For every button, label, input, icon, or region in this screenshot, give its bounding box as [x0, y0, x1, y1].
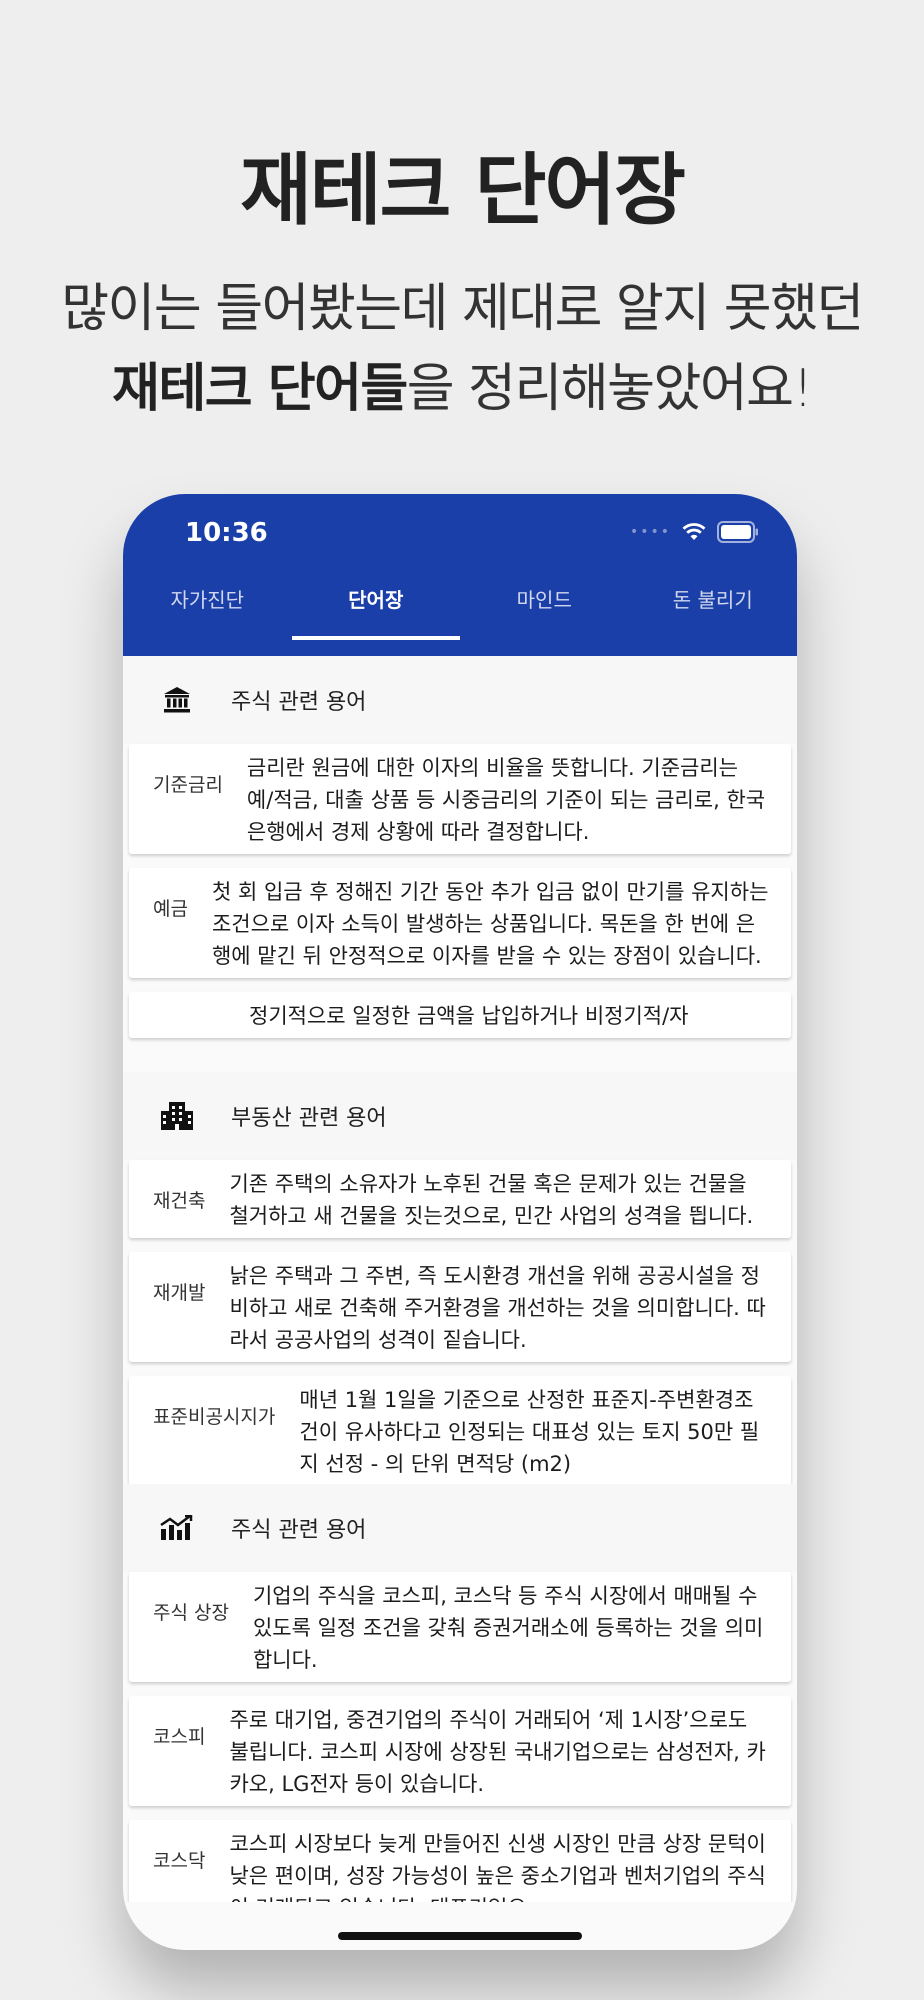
term-card[interactable]: 기준금리 금리란 원금에 대한 이자의 비율을 뜻합니다. 기준금리는 예/적금…: [129, 744, 791, 854]
tab-bar: 자가진단 단어장 마인드 돈 불리기: [123, 572, 797, 650]
status-time: 10:36: [185, 518, 268, 548]
term-description: 금리란 원금에 대한 이자의 비율을 뜻합니다. 기준금리는 예/적금, 대출 …: [246, 756, 766, 844]
term-description: 낡은 주택과 그 주변, 즉 도시환경 개선을 위해 공공시설을 정비하고 새로…: [229, 1264, 766, 1352]
promo-title: 재테크 단어장: [240, 146, 686, 236]
term-label: 재개발: [153, 1282, 206, 1304]
term-label: 코스닥: [153, 1850, 206, 1872]
promo-subtitle-line1: 많이는 들어봤는데 제대로 알지 못했던: [61, 279, 864, 339]
wifi-icon: [681, 522, 707, 542]
promo-subtitle-rest: 을 정리해놓았어요!: [406, 359, 814, 419]
battery-icon: [717, 521, 759, 543]
term-description: 코스피 시장보다 늦게 만들어진 신생 시장인 만큼 상장 문턱이 낮은 편이며…: [229, 1832, 766, 1902]
term-description: 기업의 주식을 코스피, 코스닥 등 주식 시장에서 매매될 수 있도록 일정 …: [252, 1584, 764, 1672]
signal-icon: ••••: [629, 524, 671, 540]
term-description: 정기적으로 일정한 금액을 납입하거나 비정기적/자: [249, 1004, 689, 1028]
section-title: 부동산 관련 용어: [231, 1106, 387, 1131]
term-label: 표준비공시지가: [153, 1406, 276, 1428]
term-card[interactable]: 코스닥 코스피 시장보다 늦게 만들어진 신생 시장인 만큼 상장 문턱이 낮은…: [129, 1820, 791, 1902]
tab-self-diagnosis[interactable]: 자가진단: [123, 572, 292, 650]
section-title: 주식 관련 용어: [231, 1518, 367, 1543]
section-stock-market-terms: 주식 관련 용어 주식 상장 기업의 주식을 코스피, 코스닥 등 주식 시장에…: [123, 1484, 797, 1902]
term-label: 예금: [153, 898, 188, 920]
term-description: 매년 1월 1일을 기준으로 산정한 표준지-주변환경조건이 유사하다고 인정되…: [299, 1388, 760, 1476]
chart-icon: [153, 1504, 201, 1552]
term-description: 기존 주택의 소유자가 노후된 건물 혹은 문제가 있는 건물을 철거하고 새 …: [229, 1172, 754, 1228]
term-card[interactable]: 정기적으로 일정한 금액을 납입하거나 비정기적/자: [129, 992, 791, 1038]
term-card[interactable]: 주식 상장 기업의 주식을 코스피, 코스닥 등 주식 시장에서 매매될 수 있…: [129, 1572, 791, 1682]
tab-grow-money[interactable]: 돈 불리기: [629, 572, 798, 650]
term-card[interactable]: 재개발 낡은 주택과 그 주변, 즉 도시환경 개선을 위해 공공시설을 정비하…: [129, 1252, 791, 1362]
glossary-list[interactable]: 주식 관련 용어 기준금리 금리란 원금에 대한 이자의 비율을 뜻합니다. 기…: [123, 656, 797, 1950]
term-card[interactable]: 표준비공시지가 매년 1월 1일을 기준으로 산정한 표준지-주변환경조건이 유…: [129, 1376, 791, 1484]
status-icons: ••••: [630, 520, 759, 544]
tab-glossary[interactable]: 단어장: [291, 572, 461, 650]
app-bar: 10:36 •••• 자가진단 단어장 마인드 돈 불리기: [123, 494, 797, 656]
phone-mockup: 10:36 •••• 자가진단 단어장 마인드 돈 불리기 주식 관련 용어 기…: [123, 494, 797, 1950]
promo-subtitle-bold: 재테크 단어들: [112, 359, 408, 419]
term-card[interactable]: 재건축 기존 주택의 소유자가 노후된 건물 혹은 문제가 있는 건물을 철거하…: [129, 1160, 791, 1238]
term-card[interactable]: 코스피 주로 대기업, 중견기업의 주식이 거래되어 ‘제 1시장’으로도 불립…: [129, 1696, 791, 1806]
section-title: 주식 관련 용어: [231, 690, 367, 715]
term-description: 주로 대기업, 중견기업의 주식이 거래되어 ‘제 1시장’으로도 불립니다. …: [229, 1708, 766, 1796]
home-indicator[interactable]: [338, 1932, 582, 1940]
section-stock-terms: 주식 관련 용어 기준금리 금리란 원금에 대한 이자의 비율을 뜻합니다. 기…: [123, 656, 797, 1072]
term-label: 재건축: [153, 1190, 206, 1212]
section-header[interactable]: 부동산 관련 용어: [123, 1072, 797, 1160]
term-label: 기준금리: [153, 774, 223, 796]
section-realestate-terms: 부동산 관련 용어 재건축 기존 주택의 소유자가 노후된 건물 혹은 문제가 …: [123, 1072, 797, 1484]
term-label: 코스피: [153, 1726, 206, 1748]
section-header[interactable]: 주식 관련 용어: [123, 656, 797, 744]
term-description: 첫 회 입금 후 정해진 기간 동안 추가 입금 없이 만기를 유지하는 조건으…: [211, 880, 769, 968]
building-icon: [153, 1092, 201, 1140]
tab-mindset[interactable]: 마인드: [460, 572, 629, 650]
bank-icon: [153, 676, 201, 724]
term-label: 주식 상장: [153, 1602, 229, 1624]
promo-subtitle-line2: 재테크 단어들을 정리해놓았어요!: [0, 346, 924, 421]
term-card[interactable]: 예금 첫 회 입금 후 정해진 기간 동안 추가 입금 없이 만기를 유지하는 …: [129, 868, 791, 978]
section-header[interactable]: 주식 관련 용어: [123, 1484, 797, 1572]
